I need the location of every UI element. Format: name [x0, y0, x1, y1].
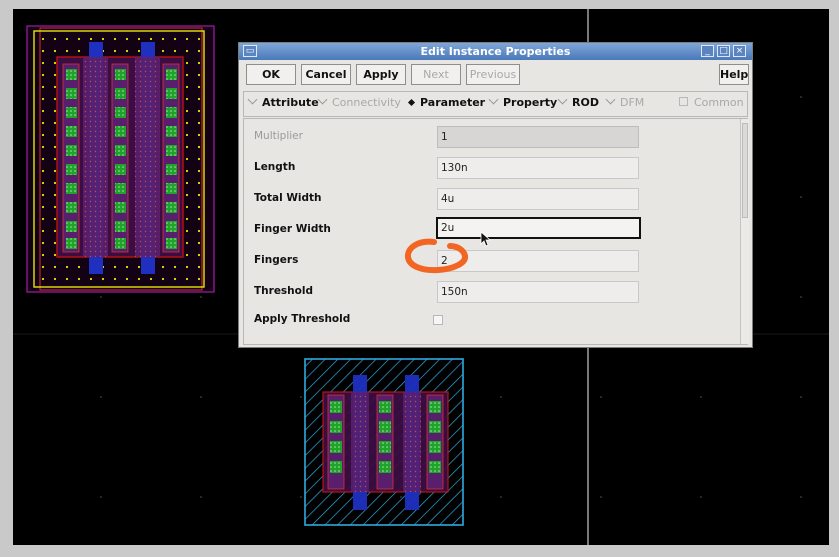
tab-rod-label: ROD [572, 96, 599, 109]
dialog-title-bar[interactable]: ▭ Edit Instance Properties _ □ × [239, 43, 752, 60]
tab-parameter-label: Parameter [420, 96, 486, 109]
length-label: Length [254, 161, 296, 173]
checkmark-icon [488, 94, 499, 105]
scrollbar-thumb[interactable] [742, 123, 748, 218]
help-button[interactable]: Help [719, 64, 749, 85]
transistor-layout-selected[interactable] [304, 358, 464, 526]
maximize-icon[interactable]: □ [717, 45, 730, 57]
total-width-label: Total Width [254, 192, 322, 204]
parameter-panel: Multiplier 1 Length 130n Total Width 4u … [243, 118, 749, 345]
apply-button[interactable]: Apply [356, 64, 406, 85]
apply-threshold-checkbox[interactable] [433, 315, 443, 325]
dialog-title: Edit Instance Properties [420, 45, 571, 58]
threshold-field[interactable]: 150n [437, 281, 639, 303]
edit-instance-properties-dialog: ▭ Edit Instance Properties _ □ × OK Canc… [238, 42, 753, 348]
minimize-icon[interactable]: _ [701, 45, 714, 57]
total-width-field[interactable]: 4u [437, 188, 639, 210]
multiplier-label: Multiplier [254, 130, 303, 142]
tab-dfm[interactable]: DFM [605, 94, 645, 110]
tab-property[interactable]: Property [488, 94, 558, 110]
tab-rod[interactable]: ROD [557, 94, 599, 110]
annotation-circle [405, 238, 468, 274]
fingers-label: Fingers [254, 254, 299, 266]
previous-button[interactable]: Previous [466, 64, 520, 85]
common-label: Common [694, 96, 744, 109]
finger-width-field[interactable]: 2u [436, 217, 641, 239]
close-icon[interactable]: × [733, 45, 746, 57]
tab-property-label: Property [503, 96, 558, 109]
checkmark-icon [317, 94, 328, 105]
tab-dfm-label: DFM [620, 96, 645, 109]
next-button[interactable]: Next [411, 64, 461, 85]
tab-connectivity[interactable]: Connectivity [317, 94, 401, 110]
multiplier-field: 1 [437, 126, 639, 148]
apply-threshold-label: Apply Threshold [254, 313, 351, 325]
cancel-button[interactable]: Cancel [301, 64, 351, 85]
screen: ▭ Edit Instance Properties _ □ × OK Canc… [0, 0, 839, 557]
length-field[interactable]: 130n [437, 157, 639, 179]
checkmark-icon [557, 94, 568, 105]
common-toggle[interactable]: Common [679, 96, 744, 110]
tab-attribute[interactable]: Attribute [247, 94, 319, 110]
ok-button[interactable]: OK [246, 64, 296, 85]
vertical-scrollbar[interactable] [740, 119, 749, 344]
selected-diamond-icon [407, 98, 416, 107]
checkmark-icon [605, 94, 616, 105]
tab-attribute-label: Attribute [262, 96, 319, 109]
finger-width-label: Finger Width [254, 223, 331, 235]
tab-parameter[interactable]: Parameter [407, 96, 486, 110]
mouse-pointer-icon [480, 231, 492, 247]
tab-connectivity-label: Connectivity [332, 96, 401, 109]
transistor-layout-large[interactable] [26, 25, 215, 293]
threshold-label: Threshold [254, 285, 313, 297]
common-checkbox[interactable] [679, 97, 688, 106]
checkmark-icon [247, 94, 258, 105]
